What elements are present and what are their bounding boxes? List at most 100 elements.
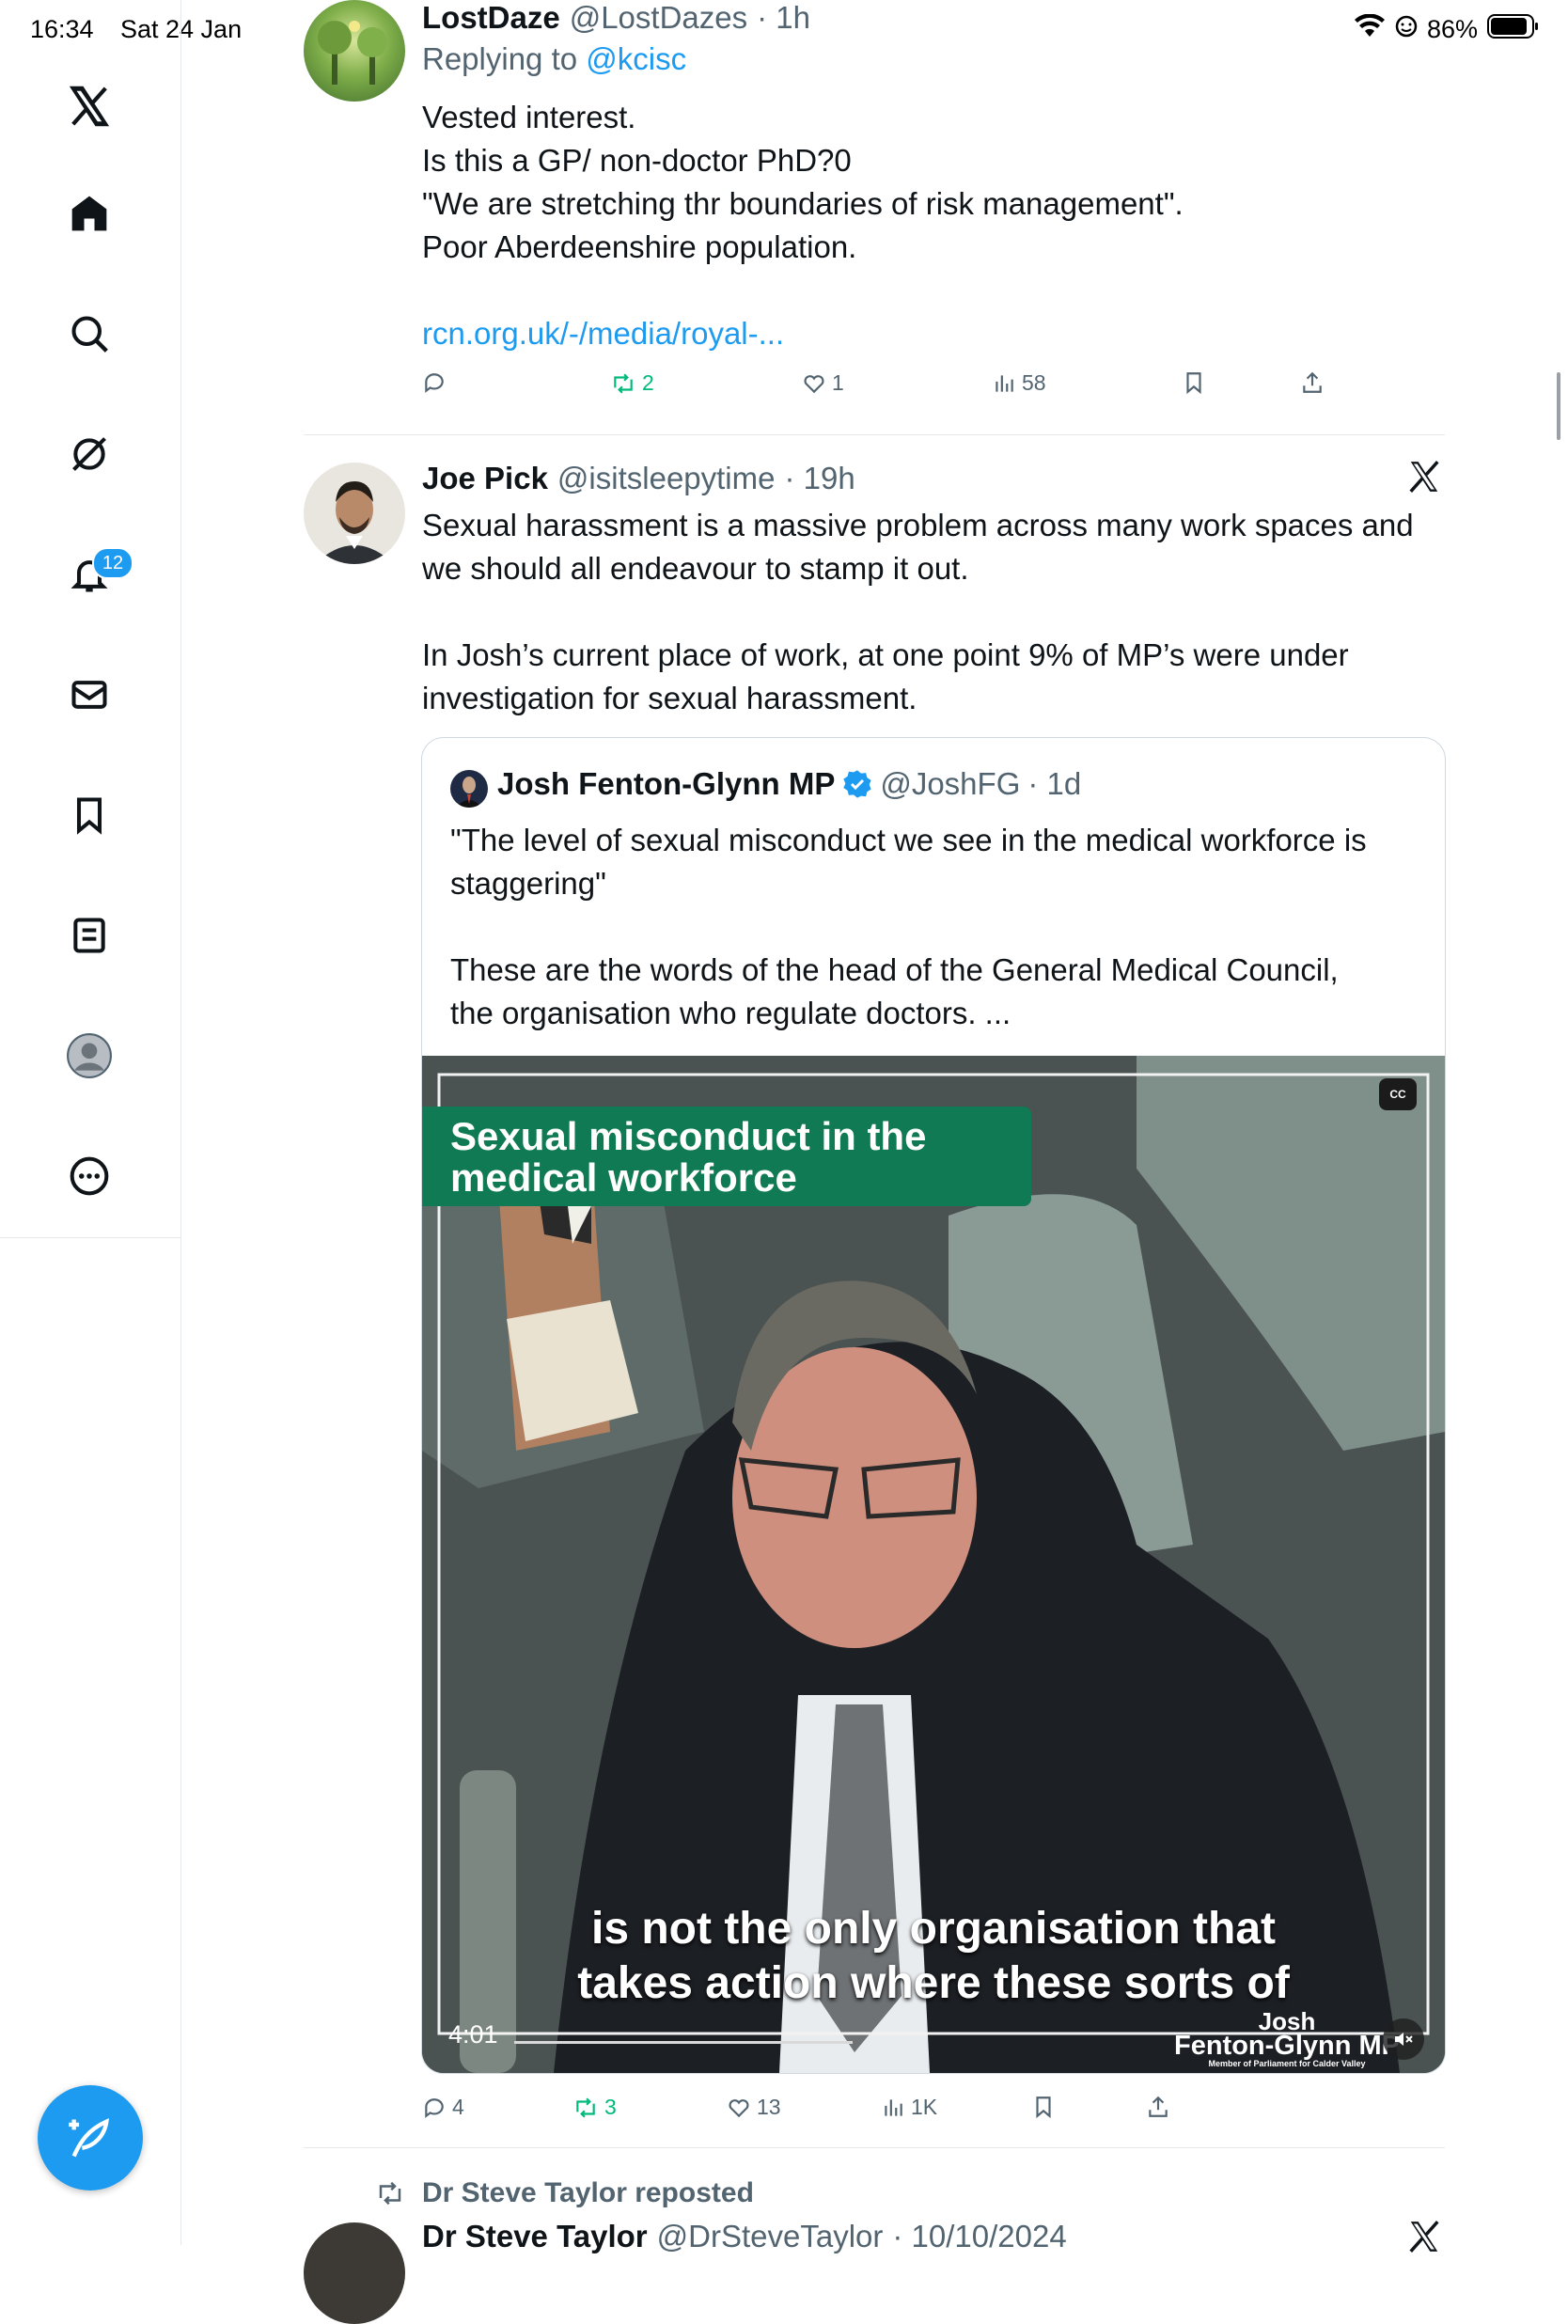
reply-icon: [425, 373, 444, 393]
video-progress-track[interactable]: [514, 2041, 853, 2044]
share-icon: [1149, 2096, 1168, 2117]
avatar[interactable]: [304, 463, 405, 564]
tweet-line: Sexual harassment is a massive problem a…: [422, 508, 1414, 542]
battery-percent: 86%: [1426, 15, 1478, 43]
tweet-line: In Josh’s current place of work, at one …: [422, 637, 1349, 672]
bookmarks-icon[interactable]: [66, 792, 113, 839]
tweet-divider: [304, 2147, 1445, 2148]
views-chart-icon: [885, 2098, 902, 2116]
quote-avatar: [450, 770, 488, 808]
post-time[interactable]: · 10/10/2024: [892, 2219, 1066, 2254]
author-name[interactable]: Joe Pick: [422, 461, 548, 496]
tweet-link[interactable]: rcn.org.uk/-/media/royal-...: [422, 312, 1184, 355]
compose-post-button[interactable]: [38, 2085, 143, 2191]
retweet-button[interactable]: 3: [572, 2095, 617, 2120]
bookmark-button[interactable]: [1031, 2095, 1056, 2119]
video-caption-line: is not the only organisation that: [590, 1904, 1276, 1954]
heart-icon: [729, 2098, 749, 2117]
reply-count: 4: [452, 2095, 464, 2119]
tweet-line: we should all endeavour to stamp it out.: [422, 551, 969, 586]
share-button[interactable]: [1300, 370, 1325, 395]
mute-button[interactable]: [1383, 2018, 1424, 2060]
tweet-text: Vested interest. Is this a GP/ non-docto…: [422, 96, 1184, 355]
like-count: 1: [832, 370, 844, 395]
x-logo-icon[interactable]: [66, 83, 113, 130]
author-handle[interactable]: @DrSteveTaylor: [657, 2219, 884, 2254]
avatar[interactable]: [304, 0, 405, 102]
speaker-muted-icon: [1395, 2033, 1413, 2046]
post-time[interactable]: · 1h: [757, 0, 810, 36]
quoted-tweet[interactable]: Josh Fenton-Glynn MP @JoshFG · 1d "The l…: [421, 737, 1446, 2074]
retweet-count: 3: [604, 2095, 617, 2119]
messages-envelope-icon[interactable]: [66, 671, 113, 718]
scrollbar[interactable]: [1557, 372, 1560, 440]
like-button[interactable]: 13: [727, 2095, 781, 2120]
status-indicators: 86%: [1354, 13, 1540, 46]
retweet-button[interactable]: 2: [610, 370, 654, 396]
reply-button[interactable]: 4: [422, 2095, 464, 2120]
tweet-line: investigation for sexual harassment.: [422, 681, 917, 715]
like-button[interactable]: 1: [802, 370, 844, 396]
replying-to: Replying to @kcisc: [422, 41, 686, 77]
compose-feather-icon: [69, 2118, 110, 2158]
views-count: 1K: [911, 2095, 938, 2119]
video-player[interactable]: Sexual misconduct in the medical workfor…: [422, 1056, 1445, 2073]
heart-icon: [804, 374, 824, 393]
video-watermark: Josh Fenton-Glynn MP Member of Parliamen…: [1174, 2009, 1400, 2069]
tweet-divider: [304, 434, 1445, 435]
quote-author-name: Josh Fenton-Glynn MP: [497, 766, 836, 801]
reply-icon: [425, 2097, 444, 2118]
share-icon: [1303, 371, 1322, 393]
replying-to-handle[interactable]: @kcisc: [586, 41, 686, 76]
watermark-line: Fenton-Glynn MP: [1174, 2031, 1401, 2061]
tweet-actions: 4 3 13 1K: [422, 2095, 1419, 2127]
x-source-icon[interactable]: [1406, 2219, 1444, 2256]
home-icon[interactable]: [66, 190, 113, 237]
quote-line: the organisation who regulate doctors. .…: [450, 996, 1011, 1030]
bookmark-button[interactable]: [1182, 370, 1206, 395]
search-icon[interactable]: [66, 310, 113, 357]
quote-line: "The level of sexual misconduct we see i…: [450, 823, 1367, 857]
grok-icon[interactable]: [66, 431, 113, 478]
views-button[interactable]: 58: [992, 370, 1046, 396]
like-count: 13: [757, 2095, 781, 2119]
share-button[interactable]: [1146, 2095, 1170, 2119]
quote-line: staggering": [450, 866, 606, 901]
sidebar-bottom-divider: [0, 1237, 180, 1238]
avatar[interactable]: [304, 2222, 405, 2324]
lists-icon[interactable]: [66, 912, 113, 959]
author-name[interactable]: Dr Steve Taylor: [422, 2219, 648, 2254]
profile-avatar-icon[interactable]: [66, 1032, 113, 1079]
tweet-line: Vested interest.: [422, 100, 636, 134]
post-time[interactable]: · 19h: [785, 461, 855, 496]
tweet-header: LostDaze @LostDazes · 1h: [422, 0, 810, 36]
repost-label[interactable]: Dr Steve Taylor reposted: [422, 2177, 754, 2209]
reply-button[interactable]: [422, 370, 447, 395]
retweet-icon: [576, 2096, 595, 2118]
quote-post-time: · 1d: [1027, 766, 1082, 801]
cc-label: CC: [1389, 1088, 1406, 1101]
notifications-badge: 12: [92, 547, 133, 579]
views-button[interactable]: 1K: [881, 2095, 937, 2120]
closed-captions-button[interactable]: CC: [1379, 1078, 1417, 1110]
video-banner-line: Sexual misconduct in the: [450, 1114, 927, 1158]
tweet-header: Joe Pick @isitsleepytime · 19h: [422, 461, 855, 496]
bookmark-icon: [1036, 2096, 1051, 2119]
author-name[interactable]: LostDaze: [422, 0, 560, 36]
focus-icon: [1395, 15, 1418, 44]
more-options-icon[interactable]: [66, 1153, 113, 1200]
tweet-line: Poor Aberdeenshire population.: [422, 229, 857, 264]
video-caption-line: takes action where these sorts of: [577, 1958, 1290, 2008]
author-handle[interactable]: @LostDazes: [570, 0, 747, 36]
x-source-icon[interactable]: [1406, 459, 1444, 496]
battery-icon: [1487, 13, 1540, 46]
quote-author-handle: @JoshFG: [880, 766, 1021, 801]
tweet-header: Dr Steve Taylor @DrSteveTaylor · 10/10/2…: [422, 2219, 1067, 2254]
video-banner-line: medical workforce: [450, 1155, 797, 1200]
quote-text: "The level of sexual misconduct we see i…: [450, 819, 1367, 1035]
tweet-text: Sexual harassment is a massive problem a…: [422, 504, 1414, 720]
views-count: 58: [1022, 370, 1046, 395]
tweet-line: Is this a GP/ non-doctor PhD?0: [422, 143, 852, 178]
video-caption: is not the only organisation that takes …: [422, 1902, 1445, 2011]
author-handle[interactable]: @isitsleepytime: [557, 461, 776, 496]
